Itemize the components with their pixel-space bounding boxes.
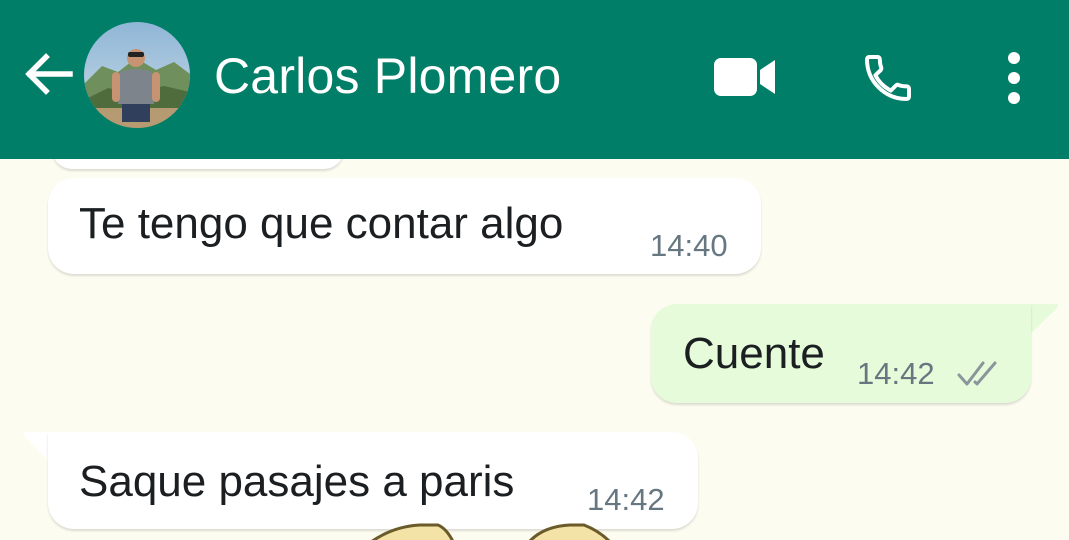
chat-screen: Carlos Plomero Te tengo que contar algo … [0, 0, 1069, 540]
contact-name[interactable]: Carlos Plomero [214, 46, 561, 106]
message-time: 14:40 [650, 228, 728, 263]
double-check-icon [957, 361, 997, 386]
message-time: 14:42 [857, 356, 935, 391]
video-camera-icon [714, 58, 775, 96]
sticker-image[interactable] [340, 521, 630, 540]
chat-header: Carlos Plomero [0, 0, 1069, 159]
more-options-button[interactable] [988, 40, 1040, 116]
message-bubble-outgoing[interactable]: Cuente 14:42 14:42 [651, 304, 1031, 403]
contact-avatar[interactable] [84, 22, 190, 128]
message-bubble-incoming[interactable]: Te tengo que contar algo 14:40 [48, 178, 761, 274]
more-vertical-icon [1008, 52, 1020, 104]
back-button[interactable] [18, 44, 78, 104]
message-text: Te tengo que contar algo [79, 199, 564, 248]
message-time: 14:42 [587, 482, 665, 517]
arrow-left-icon [25, 53, 73, 95]
message-bubble-incoming[interactable]: Saque pasajes a paris 14:42 [48, 432, 698, 529]
message-list[interactable]: Te tengo que contar algo 14:40 Cuente 14… [0, 159, 1069, 540]
video-call-button[interactable] [705, 45, 785, 109]
avatar-photo [84, 22, 190, 128]
phone-icon [865, 55, 911, 101]
voice-call-button[interactable] [850, 40, 926, 116]
message-text: Cuente [683, 329, 825, 378]
message-text: Saque pasajes a paris [79, 457, 515, 506]
previous-message-bubble[interactable] [52, 159, 344, 169]
